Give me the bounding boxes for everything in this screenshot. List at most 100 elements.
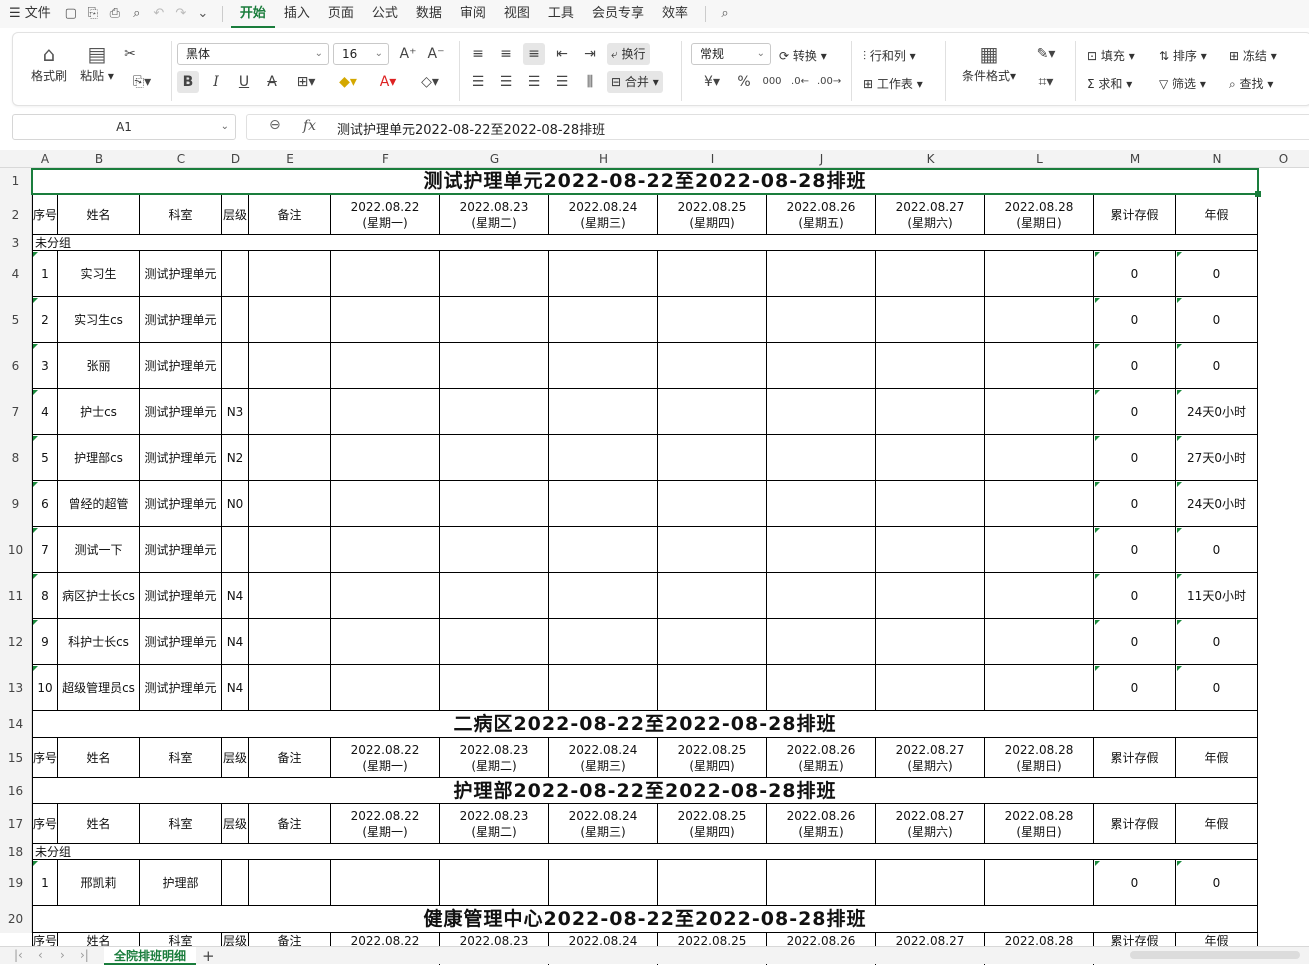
- find-button[interactable]: ⌕ 查找 ▾: [1229, 75, 1273, 92]
- shift-cell[interactable]: [658, 527, 767, 573]
- staff-name[interactable]: 曾经的超管: [58, 481, 140, 527]
- shift-cell[interactable]: [767, 619, 876, 665]
- staff-dept[interactable]: 护理部: [140, 860, 222, 906]
- staff-annual[interactable]: 0: [1176, 251, 1258, 297]
- header-note[interactable]: 备注: [249, 738, 331, 778]
- name-box[interactable]: A1 ⌄: [12, 114, 236, 140]
- shift-cell[interactable]: [767, 251, 876, 297]
- header-date[interactable]: 2022.08.25(星期四): [658, 804, 767, 844]
- header-date[interactable]: 2022.08.25(星期四): [658, 195, 767, 235]
- shift-cell[interactable]: [767, 343, 876, 389]
- column-header-A[interactable]: A: [32, 150, 58, 168]
- shift-cell[interactable]: [549, 619, 658, 665]
- shift-cell[interactable]: [440, 343, 549, 389]
- header-note[interactable]: 备注: [249, 195, 331, 235]
- shift-cell[interactable]: [876, 435, 985, 481]
- shift-cell[interactable]: [876, 619, 985, 665]
- staff-note[interactable]: [249, 665, 331, 711]
- header-annual[interactable]: 年假: [1176, 738, 1258, 778]
- shift-cell[interactable]: [985, 297, 1094, 343]
- menu-tab-3[interactable]: 公式: [363, 0, 407, 28]
- header-date[interactable]: 2022.08.28(星期日): [985, 804, 1094, 844]
- header-date[interactable]: 2022.08.22(星期一): [331, 738, 440, 778]
- staff-seq[interactable]: 10: [32, 665, 58, 711]
- copy-icon[interactable]: ⎘▾: [125, 71, 159, 93]
- justify-icon[interactable]: ☰: [551, 71, 573, 93]
- shift-cell[interactable]: [331, 573, 440, 619]
- font-name-select[interactable]: 黑体 ⌄: [177, 43, 329, 65]
- row-header[interactable]: 1: [0, 168, 32, 195]
- shift-cell[interactable]: [876, 251, 985, 297]
- staff-annual[interactable]: 0: [1176, 343, 1258, 389]
- header-note[interactable]: 备注: [249, 804, 331, 844]
- sum-button[interactable]: Σ 求和 ▾: [1087, 75, 1132, 92]
- shift-cell[interactable]: [549, 573, 658, 619]
- menu-tab-8[interactable]: 会员专享: [583, 0, 653, 28]
- row-header[interactable]: 19: [0, 860, 32, 906]
- shift-cell[interactable]: [331, 251, 440, 297]
- row-header[interactable]: 8: [0, 435, 32, 481]
- strikethrough-button[interactable]: A: [261, 71, 283, 93]
- row-header[interactable]: 13: [0, 665, 32, 711]
- staff-seq[interactable]: 7: [32, 527, 58, 573]
- staff-annual[interactable]: 27天0小时: [1176, 435, 1258, 481]
- shift-cell[interactable]: [331, 481, 440, 527]
- header-date[interactable]: 2022.08.28(星期日): [985, 195, 1094, 235]
- staff-annual[interactable]: 0: [1176, 297, 1258, 343]
- column-header-J[interactable]: J: [767, 150, 876, 168]
- row-header[interactable]: 14: [0, 711, 32, 738]
- staff-seq[interactable]: 1: [32, 251, 58, 297]
- staff-note[interactable]: [249, 619, 331, 665]
- header-name[interactable]: 姓名: [58, 195, 140, 235]
- shift-cell[interactable]: [440, 435, 549, 481]
- shift-cell[interactable]: [985, 619, 1094, 665]
- shift-cell[interactable]: [440, 619, 549, 665]
- indent-decrease-icon[interactable]: ⇤: [551, 43, 573, 65]
- convert-button[interactable]: ⟳ 转换 ▾: [779, 47, 827, 64]
- header-date[interactable]: 2022.08.27(星期六): [876, 195, 985, 235]
- shift-cell[interactable]: [985, 527, 1094, 573]
- header-level[interactable]: 层级: [222, 738, 249, 778]
- shift-cell[interactable]: [985, 343, 1094, 389]
- section-title[interactable]: 测试护理单元2022-08-22至2022-08-28排班: [32, 168, 1258, 195]
- header-date[interactable]: 2022.08.24(星期三): [549, 804, 658, 844]
- horizontal-scrollbar[interactable]: [1130, 951, 1300, 959]
- shift-cell[interactable]: [658, 860, 767, 906]
- search-icon[interactable]: ⌕: [714, 0, 736, 28]
- shift-cell[interactable]: [331, 297, 440, 343]
- shift-cell[interactable]: [985, 481, 1094, 527]
- staff-level[interactable]: N4: [222, 619, 249, 665]
- shift-cell[interactable]: [331, 860, 440, 906]
- staff-seq[interactable]: 4: [32, 389, 58, 435]
- file-menu[interactable]: ☰ 文件: [0, 0, 60, 28]
- align-middle-icon[interactable]: ≡: [495, 43, 517, 65]
- column-header-H[interactable]: H: [549, 150, 658, 168]
- header-date[interactable]: 2022.08.22(星期一): [331, 195, 440, 235]
- row-header[interactable]: 15: [0, 738, 32, 778]
- shift-cell[interactable]: [331, 527, 440, 573]
- staff-note[interactable]: [249, 343, 331, 389]
- format-painter-button[interactable]: ⌂ 格式刷: [27, 41, 71, 84]
- staff-note[interactable]: [249, 435, 331, 481]
- last-sheet-icon[interactable]: ›|: [80, 948, 89, 962]
- header-date[interactable]: 2022.08.24(星期三): [549, 195, 658, 235]
- font-decrease-icon[interactable]: A⁻: [425, 43, 447, 65]
- shift-cell[interactable]: [876, 389, 985, 435]
- staff-accum[interactable]: 0: [1094, 389, 1176, 435]
- header-annual[interactable]: 年假: [1176, 195, 1258, 235]
- staff-name[interactable]: 病区护士长cs: [58, 573, 140, 619]
- shift-cell[interactable]: [440, 527, 549, 573]
- staff-dept[interactable]: 测试护理单元: [140, 343, 222, 389]
- menu-tab-2[interactable]: 页面: [319, 0, 363, 28]
- staff-name[interactable]: 护士cs: [58, 389, 140, 435]
- header-date[interactable]: 2022.08.26(星期五): [767, 804, 876, 844]
- shift-cell[interactable]: [549, 389, 658, 435]
- staff-level[interactable]: [222, 297, 249, 343]
- staff-note[interactable]: [249, 251, 331, 297]
- save-icon[interactable]: ⎘: [82, 0, 104, 28]
- undo-icon[interactable]: ↶: [148, 0, 170, 28]
- shift-cell[interactable]: [767, 435, 876, 481]
- staff-level[interactable]: [222, 860, 249, 906]
- staff-note[interactable]: [249, 297, 331, 343]
- group-label[interactable]: 未分组: [32, 235, 1258, 251]
